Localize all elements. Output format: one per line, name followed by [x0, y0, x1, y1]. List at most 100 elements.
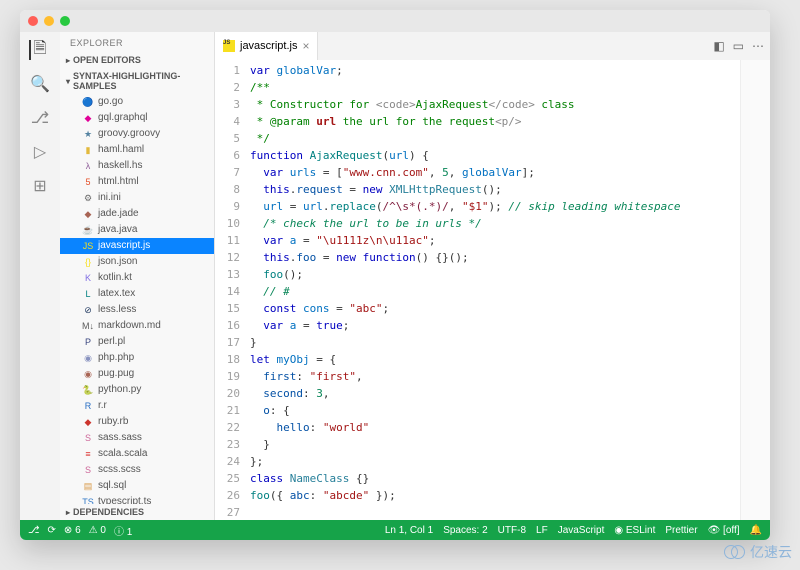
file-item[interactable]: ⚙ini.ini [60, 190, 214, 206]
window-maximize-button[interactable] [60, 16, 70, 26]
file-item[interactable]: ⊘less.less [60, 302, 214, 318]
file-icon: S [82, 432, 94, 444]
file-name: json.json [98, 255, 137, 269]
status-encoding[interactable]: UTF-8 [498, 525, 526, 536]
status-live[interactable]: 👁 [off] [708, 525, 740, 536]
status-eslint[interactable]: ◉ ESLint [614, 525, 655, 536]
file-icon: S [82, 464, 94, 476]
section-label: SYNTAX-HIGHLIGHTING-SAMPLES [73, 71, 208, 91]
search-icon[interactable]: 🔍 [30, 74, 50, 94]
more-icon[interactable]: ⋯ [752, 39, 764, 53]
explorer-icon[interactable]: 🗎 [29, 40, 49, 60]
file-item[interactable]: {} json.json [60, 254, 214, 270]
file-item[interactable]: Llatex.tex [60, 286, 214, 302]
diff-icon[interactable]: ◧ [713, 39, 724, 53]
watermark-icon [724, 545, 746, 559]
window-close-button[interactable] [28, 16, 38, 26]
file-name: javascript.js [98, 239, 150, 253]
file-item[interactable]: ◆ jade.jade [60, 206, 214, 222]
file-icon: ⊘ [82, 304, 94, 316]
file-item[interactable]: Pperl.pl [60, 334, 214, 350]
tab-actions: ◧ ▭ ⋯ [713, 39, 764, 53]
tab-bar: JS javascript.js × ◧ ▭ ⋯ [215, 32, 770, 60]
file-icon: TS [82, 496, 94, 504]
file-item[interactable]: ◉ php.php [60, 350, 214, 366]
file-item[interactable]: ▮ haml.haml [60, 142, 214, 158]
file-name: sass.sass [98, 431, 142, 445]
file-name: scss.scss [98, 463, 141, 477]
file-icon: ⚙ [82, 192, 94, 204]
file-name: haml.haml [98, 143, 144, 157]
status-errors[interactable]: ⊗ 6 [64, 523, 81, 538]
file-icon: ◉ [82, 368, 94, 380]
status-bar: ⎇ ⟳ ⊗ 6 ⚠ 0 ⓘ 1 Ln 1, Col 1 Spaces: 2 UTF-8 LF J… [20, 520, 770, 540]
extensions-icon[interactable]: ⊞ [30, 176, 50, 196]
status-info[interactable]: ⓘ 1 [114, 523, 132, 538]
file-name: php.php [98, 351, 134, 365]
file-name: groovy.groovy [98, 127, 160, 141]
chevron-right-icon: ▸ [66, 508, 70, 517]
file-item[interactable]: ◆ruby.rb [60, 414, 214, 430]
section-project[interactable]: ▾SYNTAX-HIGHLIGHTING-SAMPLES [60, 68, 214, 94]
file-icon: ▮ [82, 144, 94, 156]
file-item[interactable]: Rr.r [60, 398, 214, 414]
status-cursor[interactable]: Ln 1, Col 1 [385, 525, 433, 536]
file-item[interactable]: Ssass.sass [60, 430, 214, 446]
file-name: gql.graphql [98, 111, 147, 125]
file-icon: ☕ [82, 224, 94, 236]
status-sync[interactable]: ⟳ [48, 523, 56, 538]
file-item[interactable]: JSjavascript.js [60, 238, 214, 254]
file-icon: L [82, 288, 94, 300]
code-editor[interactable]: 1234567891011121314151617181920212223242… [215, 60, 770, 520]
chevron-down-icon: ▾ [66, 77, 70, 86]
debug-icon[interactable]: ▷ [30, 142, 50, 162]
minimap[interactable] [740, 60, 770, 520]
status-bell[interactable]: 🔔 [750, 525, 762, 536]
editor-area: JS javascript.js × ◧ ▭ ⋯ 123456789101112… [215, 32, 770, 520]
file-icon: P [82, 336, 94, 348]
file-name: pug.pug [98, 367, 134, 381]
code-content[interactable]: var globalVar;/** * Constructor for <cod… [250, 60, 740, 520]
status-prettier[interactable]: Prettier [665, 525, 697, 536]
file-item[interactable]: 5html.html [60, 174, 214, 190]
status-git-branch[interactable]: ⎇ [28, 523, 40, 538]
window-body: 🗎 🔍 ⎇ ▷ ⊞ EXPLORER ▸OPEN EDITORS ▾SYNTAX… [20, 32, 770, 520]
file-icon: K [82, 272, 94, 284]
section-open-editors[interactable]: ▸OPEN EDITORS [60, 52, 214, 68]
file-item[interactable]: ≡scala.scala [60, 446, 214, 462]
file-item[interactable]: 🔵go.go [60, 94, 214, 110]
titlebar [20, 10, 770, 32]
split-icon[interactable]: ▭ [733, 39, 744, 53]
file-icon: {} [82, 256, 94, 268]
file-icon: ◉ [82, 352, 94, 364]
file-name: jade.jade [98, 207, 139, 221]
status-language[interactable]: JavaScript [558, 525, 605, 536]
file-item[interactable]: Kkotlin.kt [60, 270, 214, 286]
tab-label: javascript.js [240, 40, 297, 52]
file-icon: ◆ [82, 208, 94, 220]
tab-javascript-js[interactable]: JS javascript.js × [215, 32, 318, 60]
window-minimize-button[interactable] [44, 16, 54, 26]
file-item[interactable]: TStypescript.ts [60, 494, 214, 504]
file-item[interactable]: ★groovy.groovy [60, 126, 214, 142]
file-icon: ◆ [82, 112, 94, 124]
file-item[interactable]: ◉ pug.pug [60, 366, 214, 382]
scm-icon[interactable]: ⎇ [30, 108, 50, 128]
file-item[interactable]: Sscss.scss [60, 462, 214, 478]
file-icon: 🐍 [82, 384, 94, 396]
file-name: java.java [98, 223, 137, 237]
status-eol[interactable]: LF [536, 525, 548, 536]
file-name: haskell.hs [98, 159, 142, 173]
status-warnings[interactable]: ⚠ 0 [89, 523, 106, 538]
status-spaces[interactable]: Spaces: 2 [443, 525, 487, 536]
file-item[interactable]: ▤sql.sql [60, 478, 214, 494]
section-dependencies[interactable]: ▸DEPENDENCIES [60, 504, 214, 520]
file-item[interactable]: ☕ java.java [60, 222, 214, 238]
file-item[interactable]: λhaskell.hs [60, 158, 214, 174]
file-tree[interactable]: 🔵go.go ◆ gql.graphql★groovy.groovy ▮ haml.ha… [60, 94, 214, 504]
file-item[interactable]: 🐍python.py [60, 382, 214, 398]
file-icon: 5 [82, 176, 94, 188]
file-item[interactable]: M↓markdown.md [60, 318, 214, 334]
file-item[interactable]: ◆ gql.graphql [60, 110, 214, 126]
close-icon[interactable]: × [302, 39, 309, 53]
